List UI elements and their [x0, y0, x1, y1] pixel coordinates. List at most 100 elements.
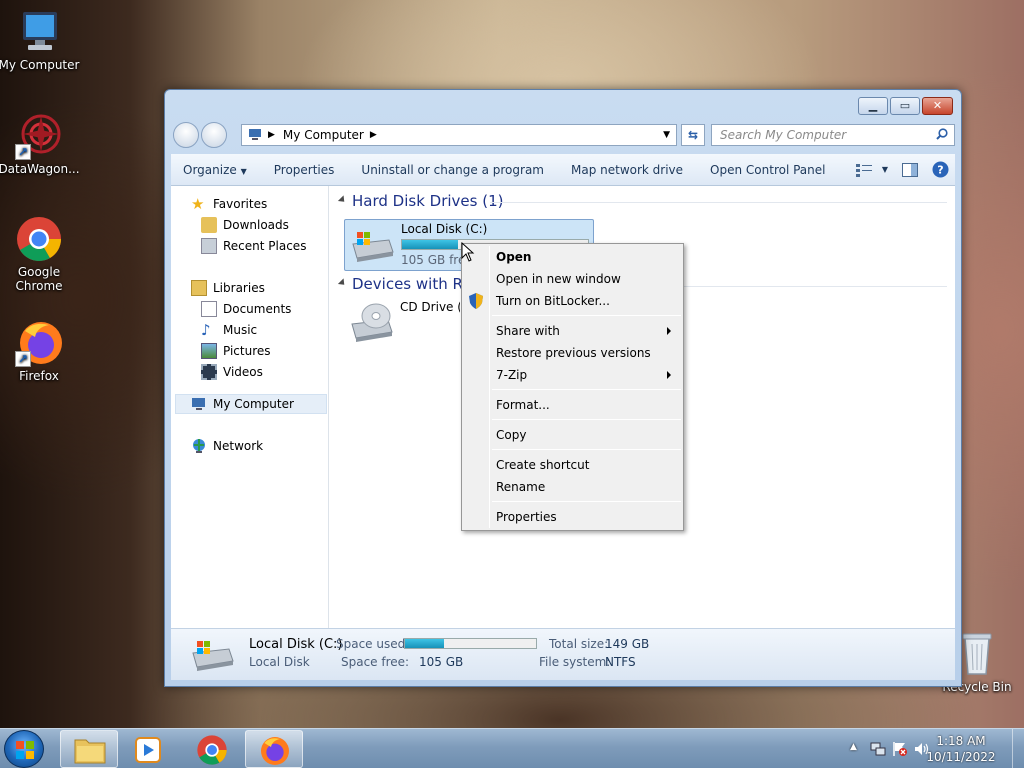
taskbar-firefox[interactable] [245, 730, 303, 768]
details-space-free-label: Space free: [341, 655, 410, 669]
svg-text:?: ? [937, 164, 943, 177]
details-drive-name: Local Disk (C:) [249, 637, 343, 652]
nav-label: Videos [223, 365, 263, 379]
hard-drive-icon [352, 232, 394, 262]
menu-item-open-new-window[interactable]: Open in new window [496, 269, 621, 289]
close-button[interactable]: ✕ [922, 97, 953, 115]
shortcut-arrow-icon: ↗ [15, 351, 31, 367]
nav-label: Pictures [223, 344, 271, 358]
refresh-button[interactable]: ⇆ [681, 124, 705, 146]
chrome-icon [197, 735, 227, 765]
menu-item-create-shortcut[interactable]: Create shortcut [496, 455, 589, 475]
nav-label: Favorites [213, 197, 268, 211]
nav-label: Recent Places [223, 239, 307, 253]
address-bar[interactable]: ▶ My Computer ▶ ▼ [241, 124, 677, 146]
action-center-icon[interactable] [892, 741, 908, 757]
drive-free-text: 105 GB free of 149 GB [401, 253, 461, 267]
view-options-button[interactable]: ▼ [855, 163, 888, 177]
collapse-arrow-icon[interactable] [337, 278, 348, 288]
shortcut-arrow-icon: ↗ [15, 144, 31, 160]
nav-pictures[interactable]: Pictures [201, 341, 271, 361]
menu-separator [492, 501, 681, 502]
downloads-folder-icon [201, 217, 217, 233]
network-tray-icon[interactable] [870, 741, 886, 757]
uninstall-button[interactable]: Uninstall or change a program [349, 163, 559, 177]
folder-icon [74, 739, 106, 764]
menu-item-restore-previous-versions[interactable]: Restore previous versions [496, 343, 651, 363]
menu-gutter [489, 246, 490, 528]
menu-item-rename[interactable]: Rename [496, 477, 545, 497]
menu-item-properties[interactable]: Properties [496, 507, 557, 527]
nav-recent-places[interactable]: Recent Places [201, 236, 306, 256]
mouse-cursor-icon [461, 242, 475, 262]
nav-documents[interactable]: Documents [201, 299, 291, 319]
map-network-drive-button[interactable]: Map network drive [559, 163, 698, 177]
documents-icon [201, 301, 217, 317]
menu-separator [492, 449, 681, 450]
taskbar-chrome[interactable] [183, 730, 241, 768]
start-button[interactable] [4, 730, 44, 768]
firefox-icon [261, 737, 289, 765]
firefox-icon: ↗ [15, 319, 63, 367]
nav-downloads[interactable]: Downloads [201, 215, 289, 235]
clock[interactable]: 1:18 AM 10/11/2022 [926, 733, 996, 765]
nav-network[interactable]: Network [191, 436, 263, 456]
chrome-icon [15, 215, 63, 263]
desktop-icon-my-computer[interactable]: My Computer [0, 8, 80, 72]
navigation-bar: ▶ My Computer ▶ ▼ ⇆ Search My Computer [171, 122, 955, 148]
clock-time: 1:18 AM [936, 734, 986, 748]
help-icon[interactable]: ? [932, 161, 949, 178]
menu-separator [492, 389, 681, 390]
menu-item-format[interactable]: Format... [496, 395, 550, 415]
menu-item-open[interactable]: Open [496, 247, 531, 267]
search-placeholder: Search My Computer [720, 128, 847, 142]
computer-icon [15, 8, 63, 56]
nav-music[interactable]: ♪ Music [201, 320, 257, 340]
menu-item-7zip[interactable]: 7-Zip [496, 365, 527, 385]
command-bar: Organize ▼ Properties Uninstall or chang… [171, 154, 955, 186]
menu-item-bitlocker[interactable]: Turn on BitLocker... [496, 291, 610, 311]
context-menu: Open Open in new window Turn on BitLocke… [461, 243, 684, 531]
back-button[interactable] [173, 122, 199, 148]
taskbar: ▲ 1:18 AM 10/11/2022 [0, 728, 1024, 768]
organize-button[interactable]: Organize ▼ [171, 163, 262, 177]
properties-button[interactable]: Properties [262, 163, 350, 177]
taskbar-media-player[interactable] [120, 730, 178, 768]
nav-videos[interactable]: Videos [201, 362, 263, 382]
window-controls: ▁ ▭ ✕ [858, 97, 953, 115]
taskbar-explorer[interactable] [60, 730, 118, 768]
system-tray: ▲ 1:18 AM 10/11/2022 [834, 729, 1024, 768]
clock-date: 10/11/2022 [926, 750, 996, 764]
desktop-icon-datawagon[interactable]: ↗ DataWagon... [0, 112, 80, 176]
computer-icon [249, 129, 261, 140]
address-dropdown-icon[interactable]: ▼ [663, 130, 670, 140]
details-file-system-value: NTFS [605, 655, 636, 669]
search-input[interactable]: Search My Computer [711, 124, 955, 146]
restore-button[interactable]: ▭ [890, 97, 920, 115]
desktop-icon-label: Firefox [19, 369, 59, 383]
collapse-arrow-icon[interactable] [337, 195, 348, 205]
desktop-icon-label: Google Chrome [15, 265, 63, 293]
libraries-icon [191, 280, 207, 296]
recent-places-icon [201, 238, 217, 254]
close-icon: ✕ [932, 99, 943, 112]
group-header-hard-disk-drives[interactable]: Hard Disk Drives (1) [352, 192, 503, 210]
nav-favorites[interactable]: ★ Favorites [191, 194, 267, 214]
menu-item-copy[interactable]: Copy [496, 425, 526, 445]
desktop-icon-chrome[interactable]: Google Chrome [0, 215, 80, 293]
show-desktop-button[interactable] [1012, 729, 1024, 768]
forward-button[interactable] [201, 122, 227, 148]
minimize-button[interactable]: ▁ [858, 97, 888, 115]
preview-pane-icon[interactable] [902, 162, 918, 177]
breadcrumb-my-computer[interactable]: My Computer [283, 128, 364, 142]
menu-item-share-with[interactable]: Share with [496, 321, 560, 341]
chevron-down-icon: ▼ [240, 166, 247, 176]
desktop-icon-firefox[interactable]: ↗ Firefox [0, 319, 80, 383]
nav-my-computer[interactable]: My Computer [191, 394, 294, 414]
open-control-panel-button[interactable]: Open Control Panel [698, 163, 840, 177]
star-icon: ★ [191, 195, 205, 213]
drive-name: Local Disk (C:) [401, 222, 488, 236]
nav-libraries[interactable]: Libraries [191, 278, 265, 298]
show-hidden-icons-icon[interactable]: ▲ [850, 742, 857, 752]
nav-label: My Computer [213, 397, 294, 411]
